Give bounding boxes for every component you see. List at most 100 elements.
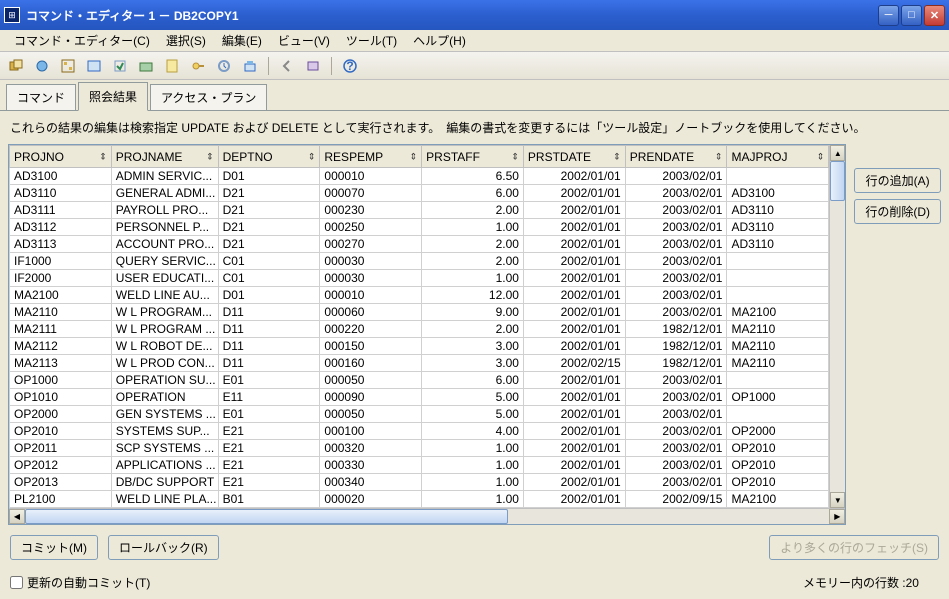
cell-majproj[interactable] [727, 406, 829, 423]
table-row[interactable]: OP1010OPERATIONE110000905.002002/01/0120… [10, 389, 829, 406]
sort-icon[interactable]: ⇕ [410, 151, 418, 162]
tool-icon-8[interactable] [188, 56, 208, 76]
table-row[interactable]: IF1000QUERY SERVIC...C010000302.002002/0… [10, 253, 829, 270]
cell-projname[interactable]: PERSONNEL P... [111, 219, 218, 236]
scroll-up-icon[interactable]: ▲ [830, 145, 845, 161]
cell-projname[interactable]: OPERATION [111, 389, 218, 406]
cell-majproj[interactable]: AD3100 [727, 185, 829, 202]
cell-prstaff[interactable]: 5.00 [422, 406, 524, 423]
cell-deptno[interactable]: D11 [218, 338, 320, 355]
cell-respemp[interactable]: 000100 [320, 423, 422, 440]
cell-respemp[interactable]: 000010 [320, 168, 422, 185]
cell-prendate[interactable]: 2003/02/01 [625, 406, 727, 423]
cell-prstdate[interactable]: 2002/02/15 [523, 355, 625, 372]
cell-prendate[interactable]: 2003/02/01 [625, 202, 727, 219]
cell-prstaff[interactable]: 1.00 [422, 219, 524, 236]
cell-projname[interactable]: W L ROBOT DE... [111, 338, 218, 355]
cell-prendate[interactable]: 2003/02/01 [625, 423, 727, 440]
table-row[interactable]: MA2111W L PROGRAM ...D110002202.002002/0… [10, 321, 829, 338]
column-header-projname[interactable]: PROJNAME⇕ [111, 146, 218, 168]
tool-back-icon[interactable] [277, 56, 297, 76]
cell-projno[interactable]: MA2110 [10, 304, 112, 321]
menu-edit[interactable]: 編集(E) [214, 30, 270, 51]
cell-prendate[interactable]: 2003/02/01 [625, 253, 727, 270]
sort-icon[interactable]: ⇕ [817, 151, 825, 162]
cell-projname[interactable]: W L PROD CON... [111, 355, 218, 372]
menu-help[interactable]: ヘルプ(H) [405, 30, 474, 51]
table-row[interactable]: OP1000OPERATION SU...E010000506.002002/0… [10, 372, 829, 389]
cell-majproj[interactable]: OP1000 [727, 389, 829, 406]
cell-prendate[interactable]: 1982/12/01 [625, 321, 727, 338]
cell-respemp[interactable]: 000030 [320, 253, 422, 270]
cell-deptno[interactable]: E01 [218, 406, 320, 423]
tool-icon-1[interactable] [6, 56, 26, 76]
cell-projname[interactable]: OPERATION SU... [111, 372, 218, 389]
menu-select[interactable]: 選択(S) [158, 30, 214, 51]
column-header-deptno[interactable]: DEPTNO⇕ [218, 146, 320, 168]
cell-respemp[interactable]: 000060 [320, 304, 422, 321]
cell-respemp[interactable]: 000070 [320, 185, 422, 202]
cell-majproj[interactable]: AD3110 [727, 202, 829, 219]
cell-projname[interactable]: QUERY SERVIC... [111, 253, 218, 270]
cell-projno[interactable]: OP2010 [10, 423, 112, 440]
sort-icon[interactable]: ⇕ [613, 151, 621, 162]
autocommit-input[interactable] [10, 576, 23, 589]
tab-query-result[interactable]: 照会結果 [78, 82, 148, 111]
cell-majproj[interactable] [727, 372, 829, 389]
cell-projno[interactable]: OP1010 [10, 389, 112, 406]
cell-prstaff[interactable]: 2.00 [422, 321, 524, 338]
horizontal-scrollbar[interactable]: ◀ ▶ [9, 508, 845, 524]
cell-prstdate[interactable]: 2002/01/01 [523, 219, 625, 236]
cell-projname[interactable]: PAYROLL PRO... [111, 202, 218, 219]
cell-prstaff[interactable]: 12.00 [422, 287, 524, 304]
cell-deptno[interactable]: D21 [218, 219, 320, 236]
sort-icon[interactable]: ⇕ [99, 151, 107, 162]
cell-prendate[interactable]: 2003/02/01 [625, 474, 727, 491]
cell-projno[interactable]: OP1000 [10, 372, 112, 389]
cell-prendate[interactable]: 2003/02/01 [625, 270, 727, 287]
table-row[interactable]: AD3113ACCOUNT PRO...D210002702.002002/01… [10, 236, 829, 253]
cell-projname[interactable]: SYSTEMS SUP... [111, 423, 218, 440]
cell-projno[interactable]: MA2111 [10, 321, 112, 338]
cell-projno[interactable]: AD3100 [10, 168, 112, 185]
tab-command[interactable]: コマンド [6, 84, 76, 111]
cell-prstaff[interactable]: 1.00 [422, 270, 524, 287]
cell-majproj[interactable] [727, 287, 829, 304]
table-row[interactable]: OP2013DB/DC SUPPORTE210003401.002002/01/… [10, 474, 829, 491]
cell-deptno[interactable]: C01 [218, 270, 320, 287]
cell-deptno[interactable]: B01 [218, 491, 320, 508]
cell-prstdate[interactable]: 2002/01/01 [523, 338, 625, 355]
cell-prstdate[interactable]: 2002/01/01 [523, 457, 625, 474]
minimize-button[interactable]: ─ [878, 5, 899, 26]
cell-majproj[interactable] [727, 270, 829, 287]
cell-prstdate[interactable]: 2002/01/01 [523, 406, 625, 423]
cell-projno[interactable]: IF2000 [10, 270, 112, 287]
cell-prstdate[interactable]: 2002/01/01 [523, 304, 625, 321]
cell-prstaff[interactable]: 2.00 [422, 253, 524, 270]
cell-projname[interactable]: SCP SYSTEMS ... [111, 440, 218, 457]
cell-projname[interactable]: GEN SYSTEMS ... [111, 406, 218, 423]
cell-prstdate[interactable]: 2002/01/01 [523, 389, 625, 406]
cell-projname[interactable]: APPLICATIONS ... [111, 457, 218, 474]
scroll-thumb[interactable] [830, 161, 845, 201]
cell-projno[interactable]: AD3111 [10, 202, 112, 219]
cell-projno[interactable]: OP2011 [10, 440, 112, 457]
fetch-more-button[interactable]: より多くの行のフェッチ(S) [769, 535, 939, 560]
table-row[interactable]: MA2112W L ROBOT DE...D110001503.002002/0… [10, 338, 829, 355]
titlebar[interactable]: ⊞ コマンド・エディター 1 － DB2COPY1 ─ □ ✕ [0, 0, 949, 30]
tool-icon-9[interactable] [214, 56, 234, 76]
tool-icon-4[interactable] [84, 56, 104, 76]
cell-deptno[interactable]: E21 [218, 457, 320, 474]
cell-projname[interactable]: WELD LINE PLA... [111, 491, 218, 508]
cell-prstdate[interactable]: 2002/01/01 [523, 321, 625, 338]
cell-projno[interactable]: OP2012 [10, 457, 112, 474]
cell-respemp[interactable]: 000220 [320, 321, 422, 338]
cell-majproj[interactable]: OP2010 [727, 440, 829, 457]
cell-prstdate[interactable]: 2002/01/01 [523, 474, 625, 491]
cell-prstdate[interactable]: 2002/01/01 [523, 440, 625, 457]
rollback-button[interactable]: ロールバック(R) [108, 535, 219, 560]
column-header-prstdate[interactable]: PRSTDATE⇕ [523, 146, 625, 168]
cell-deptno[interactable]: E21 [218, 440, 320, 457]
cell-respemp[interactable]: 000230 [320, 202, 422, 219]
add-row-button[interactable]: 行の追加(A) [854, 168, 941, 193]
